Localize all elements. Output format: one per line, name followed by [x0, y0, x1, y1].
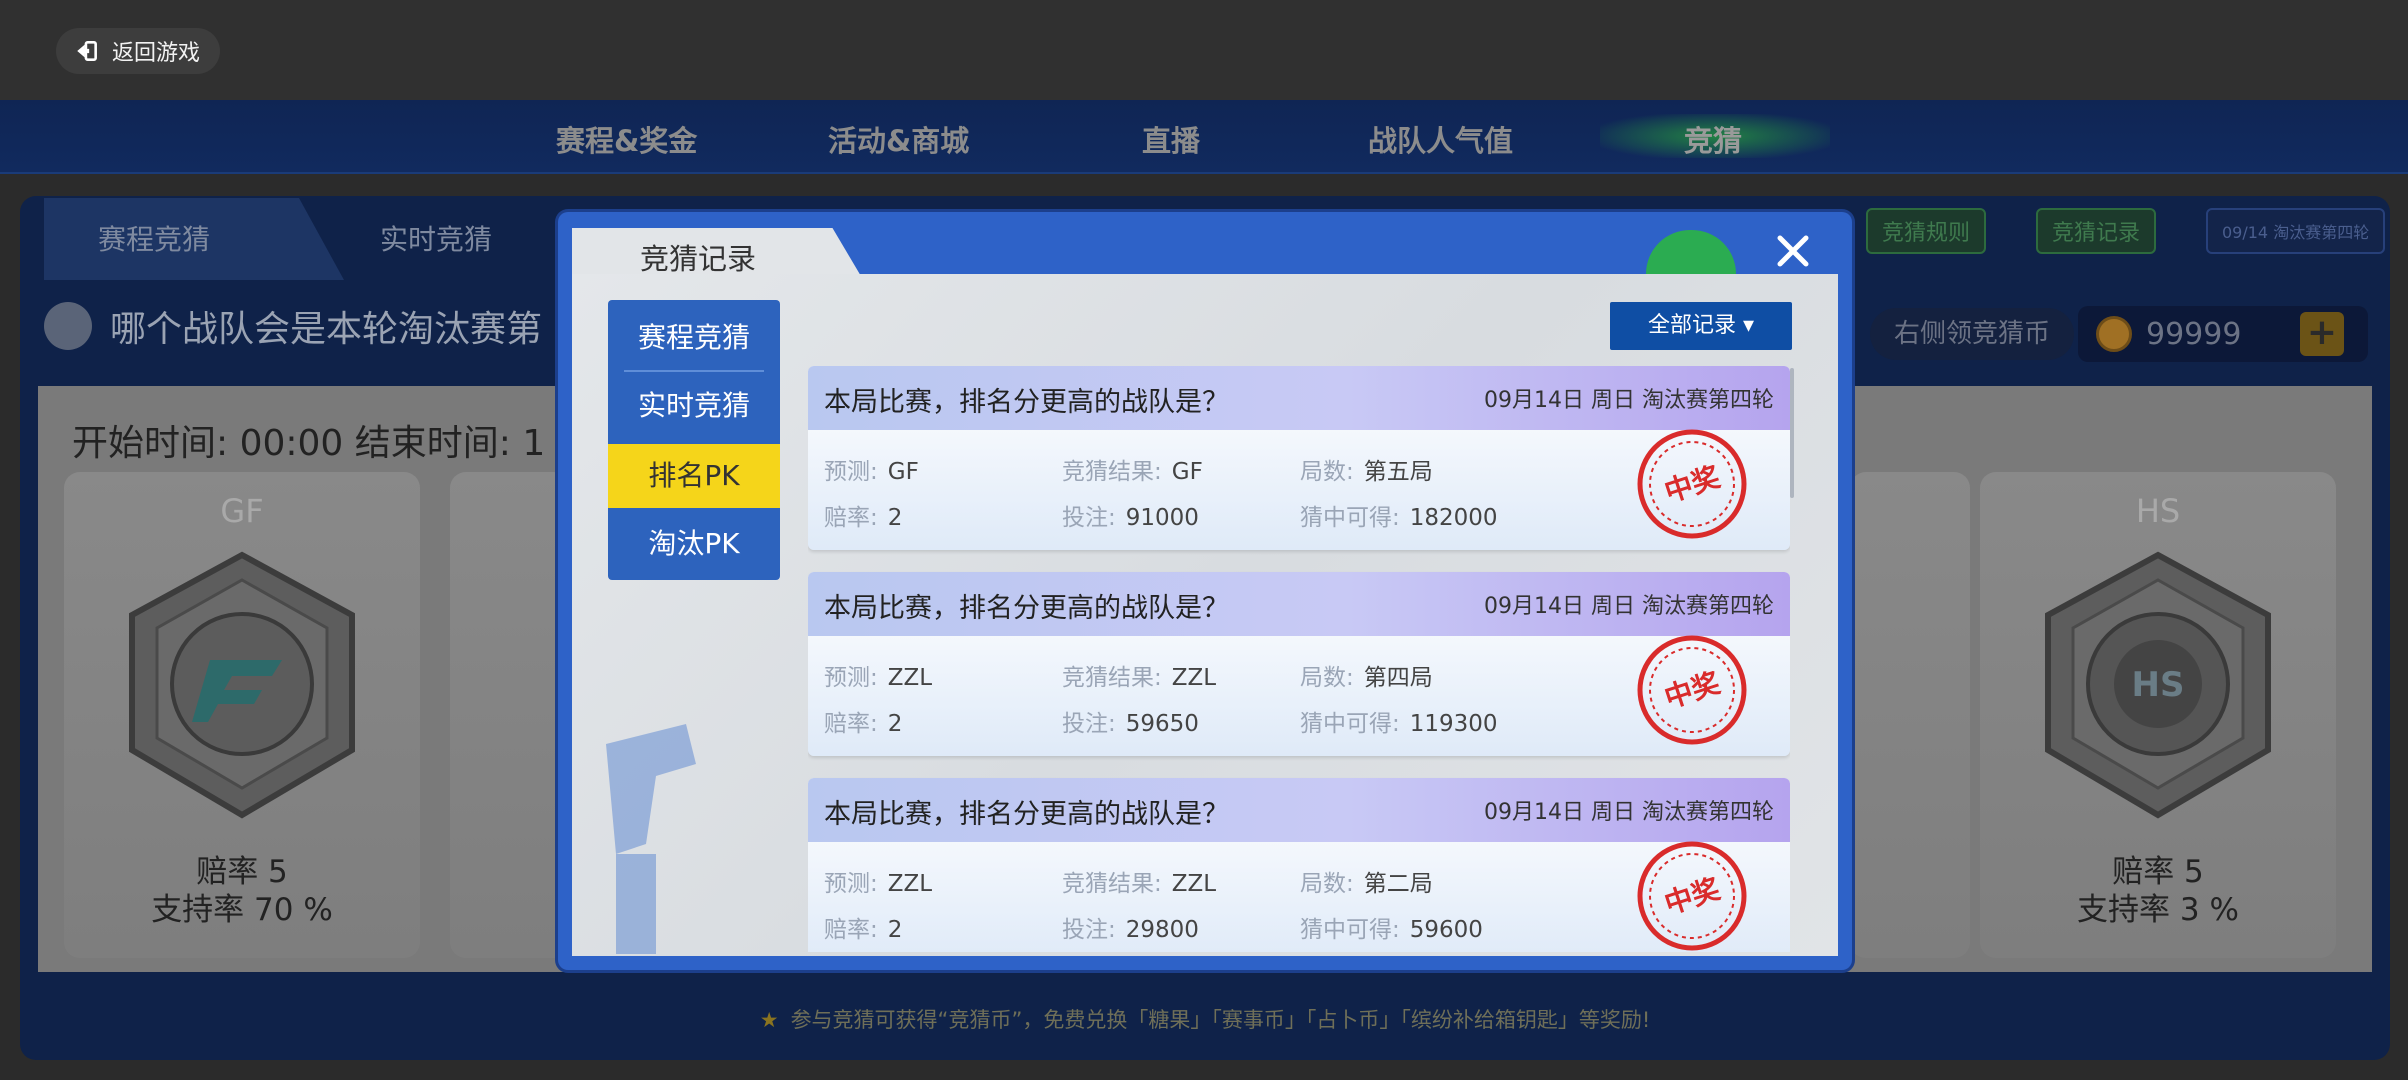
record-bet: 投注: 29800: [1062, 917, 1199, 943]
star-icon: ★: [759, 1008, 779, 1032]
record-card: 本局比赛，排名分更高的战队是？ 09月14日 周日 淘汰赛第四轮 预测: GF 竞…: [808, 366, 1790, 550]
winner-stamp-icon: 中奖: [1637, 429, 1747, 539]
record-round: 局数: 第四局: [1300, 665, 1433, 691]
record-card: 本局比赛，排名分更高的战队是？ 09月14日 周日 淘汰赛第四轮 预测: ZZL …: [808, 778, 1790, 952]
record-round: 局数: 第五局: [1300, 459, 1433, 485]
record-result: 竞猜结果: GF: [1062, 459, 1203, 485]
main-nav: 赛程&奖金 活动&商城 直播 战队人气值 竞猜: [0, 100, 2408, 174]
question-text: 哪个战队会是本轮淘汰赛第: [110, 309, 543, 350]
menu-divider: [624, 370, 764, 372]
record-header: 本局比赛，排名分更高的战队是？ 09月14日 周日 淘汰赛第四轮: [808, 366, 1790, 430]
records-label: 竞猜记录: [2052, 221, 2141, 246]
decoration-icon: [1646, 230, 1736, 274]
svg-text:HS: HS: [2132, 665, 2185, 705]
svg-text:中奖: 中奖: [1660, 666, 1723, 715]
records-button[interactable]: 竞猜记录: [2036, 208, 2157, 254]
record-round: 局数: 第二局: [1300, 871, 1433, 897]
nav-tab-events-shop[interactable]: 活动&商城: [828, 118, 969, 160]
record-header: 本局比赛，排名分更高的战队是？ 09月14日 周日 淘汰赛第四轮: [808, 778, 1790, 842]
menu-item-live[interactable]: 实时竞猜: [608, 374, 780, 438]
record-odds: 赔率: 2: [824, 505, 903, 531]
record-date: 09月14日 周日 淘汰赛第四轮: [1484, 388, 1774, 413]
add-coins-button[interactable]: +: [2300, 312, 2344, 356]
record-bet: 投注: 91000: [1062, 505, 1199, 531]
winner-stamp-icon: 中奖: [1637, 635, 1747, 745]
nav-tab-live[interactable]: 直播: [1142, 118, 1200, 160]
menu-item-knockout-pk[interactable]: 淘汰PK: [608, 512, 780, 576]
record-predict: 预测: ZZL: [824, 665, 933, 691]
record-card: 本局比赛，排名分更高的战队是？ 09月14日 周日 淘汰赛第四轮 预测: ZZL …: [808, 572, 1790, 756]
time-range: 开始时间: 00:00 结束时间: 1: [72, 423, 546, 464]
record-question: 本局比赛，排名分更高的战队是？: [824, 799, 1229, 830]
subtab-schedule-betting[interactable]: 赛程竞猜: [98, 218, 210, 258]
svg-text:中奖: 中奖: [1660, 460, 1723, 509]
record-win: 猜中可得: 119300: [1300, 711, 1498, 737]
round-select[interactable]: 09/14 淘汰赛第四轮: [2206, 208, 2386, 254]
record-bet: 投注: 59650: [1062, 711, 1199, 737]
record-win: 猜中可得: 182000: [1300, 505, 1498, 531]
coin-bag-icon: [44, 302, 92, 350]
nav-tab-popularity[interactable]: 战队人气值: [1368, 118, 1513, 160]
record-predict: 预测: ZZL: [824, 871, 933, 897]
record-result: 竞猜结果: ZZL: [1062, 871, 1217, 897]
record-win: 猜中可得: 59600: [1300, 917, 1483, 943]
coin-value: 99999: [2146, 316, 2242, 352]
svg-text:中奖: 中奖: [1660, 872, 1723, 921]
modal-title: 竞猜记录: [640, 242, 757, 276]
record-odds: 赔率: 2: [824, 711, 903, 737]
team-support: 支持率 70 %: [151, 892, 333, 928]
team-name: HS: [2135, 492, 2181, 530]
record-odds: 赔率: 2: [824, 917, 903, 943]
winner-stamp-icon: 中奖: [1637, 841, 1747, 951]
record-list-scrollbar[interactable]: [1790, 368, 1794, 498]
coin-icon: [2096, 316, 2132, 352]
subtab-live-betting[interactable]: 实时竞猜: [380, 218, 492, 258]
menu-item-ranking-pk[interactable]: 排名PK: [608, 444, 780, 508]
team-badge-icon: [129, 551, 355, 819]
nav-tab-betting[interactable]: 竞猜: [1684, 118, 1742, 160]
record-question: 本局比赛，排名分更高的战队是？: [824, 593, 1229, 624]
record-date: 09月14日 周日 淘汰赛第四轮: [1484, 594, 1774, 619]
team-card-hs[interactable]: HS HS 赔率 5 支持率 3 %: [1980, 472, 2336, 958]
team-support: 支持率 3 %: [2077, 892, 2239, 928]
menu-item-schedule[interactable]: 赛程竞猜: [608, 306, 780, 370]
team-card-gf[interactable]: GF 赔率 5 支持率 70 %: [64, 472, 420, 958]
record-predict: 预测: GF: [824, 459, 919, 485]
coin-balance: 99999 +: [2078, 306, 2368, 362]
exit-icon: [77, 41, 97, 61]
nav-tab-schedule[interactable]: 赛程&奖金: [556, 118, 697, 160]
record-result: 竞猜结果: ZZL: [1062, 665, 1217, 691]
claim-coins-hint: 右侧领竞猜币: [1870, 308, 2075, 360]
record-filter-dropdown[interactable]: 全部记录 ▾: [1610, 302, 1792, 350]
record-question: 本局比赛，排名分更高的战队是？: [824, 387, 1229, 418]
team-badge-icon: HS: [2045, 551, 2271, 819]
record-list: 本局比赛，排名分更高的战队是？ 09月14日 周日 淘汰赛第四轮 预测: GF 竞…: [808, 366, 1790, 952]
close-icon[interactable]: [1768, 226, 1818, 276]
pistol-icon: [606, 724, 696, 954]
rules-label: 竞猜规则: [1882, 221, 1971, 246]
rules-button[interactable]: 竞猜规则: [1866, 208, 1987, 254]
footer-note: ★ 参与竞猜可获得“竞猜币”，免费兑换「糖果」「赛事币」「占卜币」「缤纷补给箱钥匙…: [20, 1004, 2390, 1034]
top-bar: 返回游戏: [0, 0, 2408, 100]
back-label: 返回游戏: [112, 41, 201, 66]
round-select-label: 09/14 淘汰赛第四轮: [2222, 223, 2370, 242]
team-card-partial-right[interactable]: [1850, 472, 1970, 958]
team-card-partial[interactable]: 支: [450, 472, 589, 958]
record-header: 本局比赛，排名分更高的战队是？ 09月14日 周日 淘汰赛第四轮: [808, 572, 1790, 636]
team-name: GF: [220, 492, 264, 530]
record-date: 09月14日 周日 淘汰赛第四轮: [1484, 800, 1774, 825]
record-category-menu: 赛程竞猜 实时竞猜 排名PK 淘汰PK: [608, 300, 780, 580]
back-to-game-button[interactable]: 返回游戏: [56, 28, 221, 74]
footer-note-text: 参与竞猜可获得“竞猜币”，免费兑换「糖果」「赛事币」「占卜币」「缤纷补给箱钥匙」…: [790, 1008, 1651, 1032]
